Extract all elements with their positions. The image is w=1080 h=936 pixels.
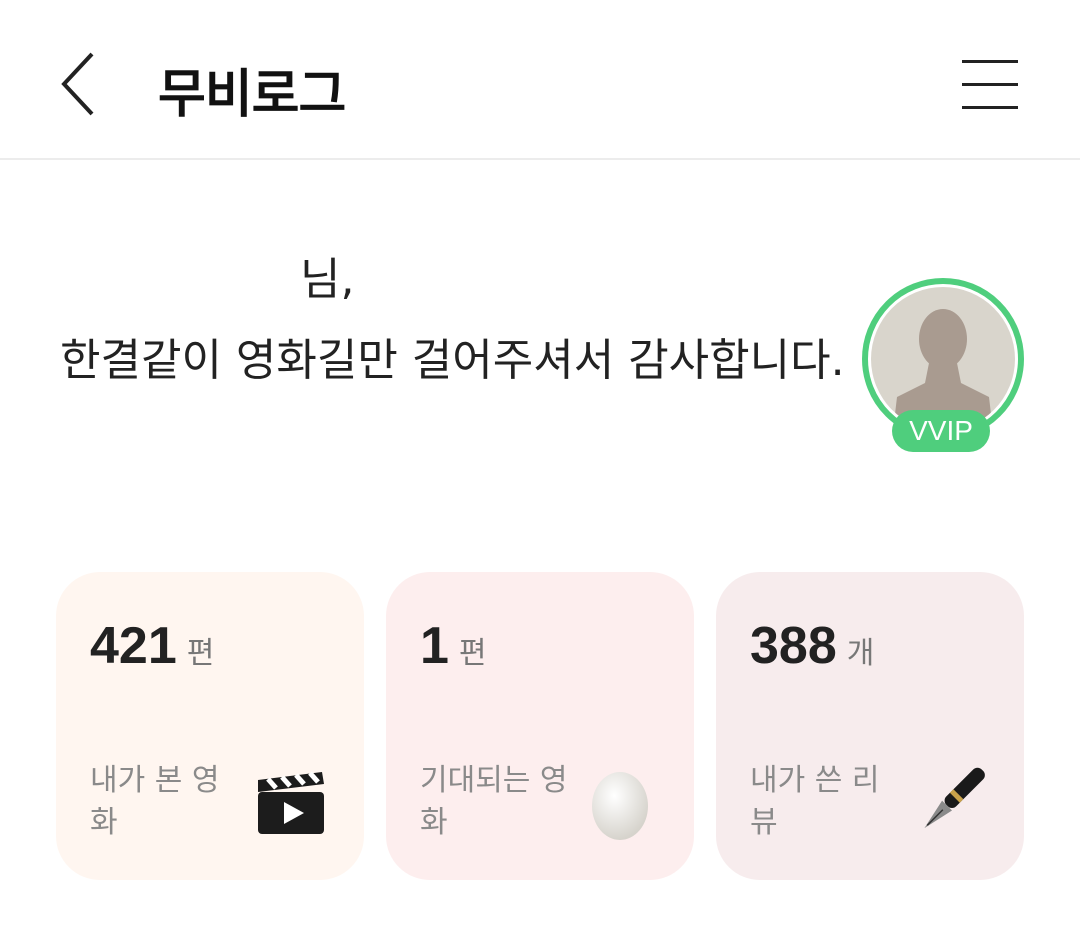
stat-count: 388	[750, 617, 837, 675]
page-title: 무비로그	[158, 65, 346, 125]
stat-count: 421	[90, 617, 177, 675]
stat-card-reviews[interactable]: 388 개 내가 쓴 리뷰	[716, 572, 1024, 880]
app-header: 무비로그	[0, 0, 1080, 160]
greeting: 님, 한결같이 영화길만 걸어주셔서 감사합니다.	[60, 240, 860, 402]
profile-avatar[interactable]: VVIP	[862, 278, 1024, 452]
egg-icon	[592, 772, 648, 840]
stat-count: 1	[420, 617, 449, 675]
stat-label: 내가 본 영화	[90, 763, 220, 840]
membership-badge: VVIP	[892, 410, 990, 452]
hamburger-icon	[962, 60, 1018, 63]
menu-button[interactable]	[958, 56, 1022, 114]
clapperboard-icon	[258, 771, 324, 834]
back-button[interactable]	[52, 46, 112, 122]
stat-label: 내가 쓴 리뷰	[750, 763, 880, 840]
stat-unit: 편	[186, 636, 215, 671]
chevron-left-icon	[61, 52, 94, 116]
stat-card-anticipated[interactable]: 1편 기대되는 영화	[386, 572, 694, 880]
greeting-message: 한결같이 영화길만 걸어주셔서 감사합니다.	[60, 335, 845, 386]
stat-label: 기대되는 영화	[420, 763, 568, 840]
greeting-name: 님,	[300, 254, 355, 305]
fountain-pen-icon	[924, 767, 985, 829]
stat-unit: 개	[846, 636, 875, 671]
stat-card-watched[interactable]: 421 편 내가 본 영화	[56, 572, 364, 880]
stat-unit: 편	[458, 636, 487, 671]
